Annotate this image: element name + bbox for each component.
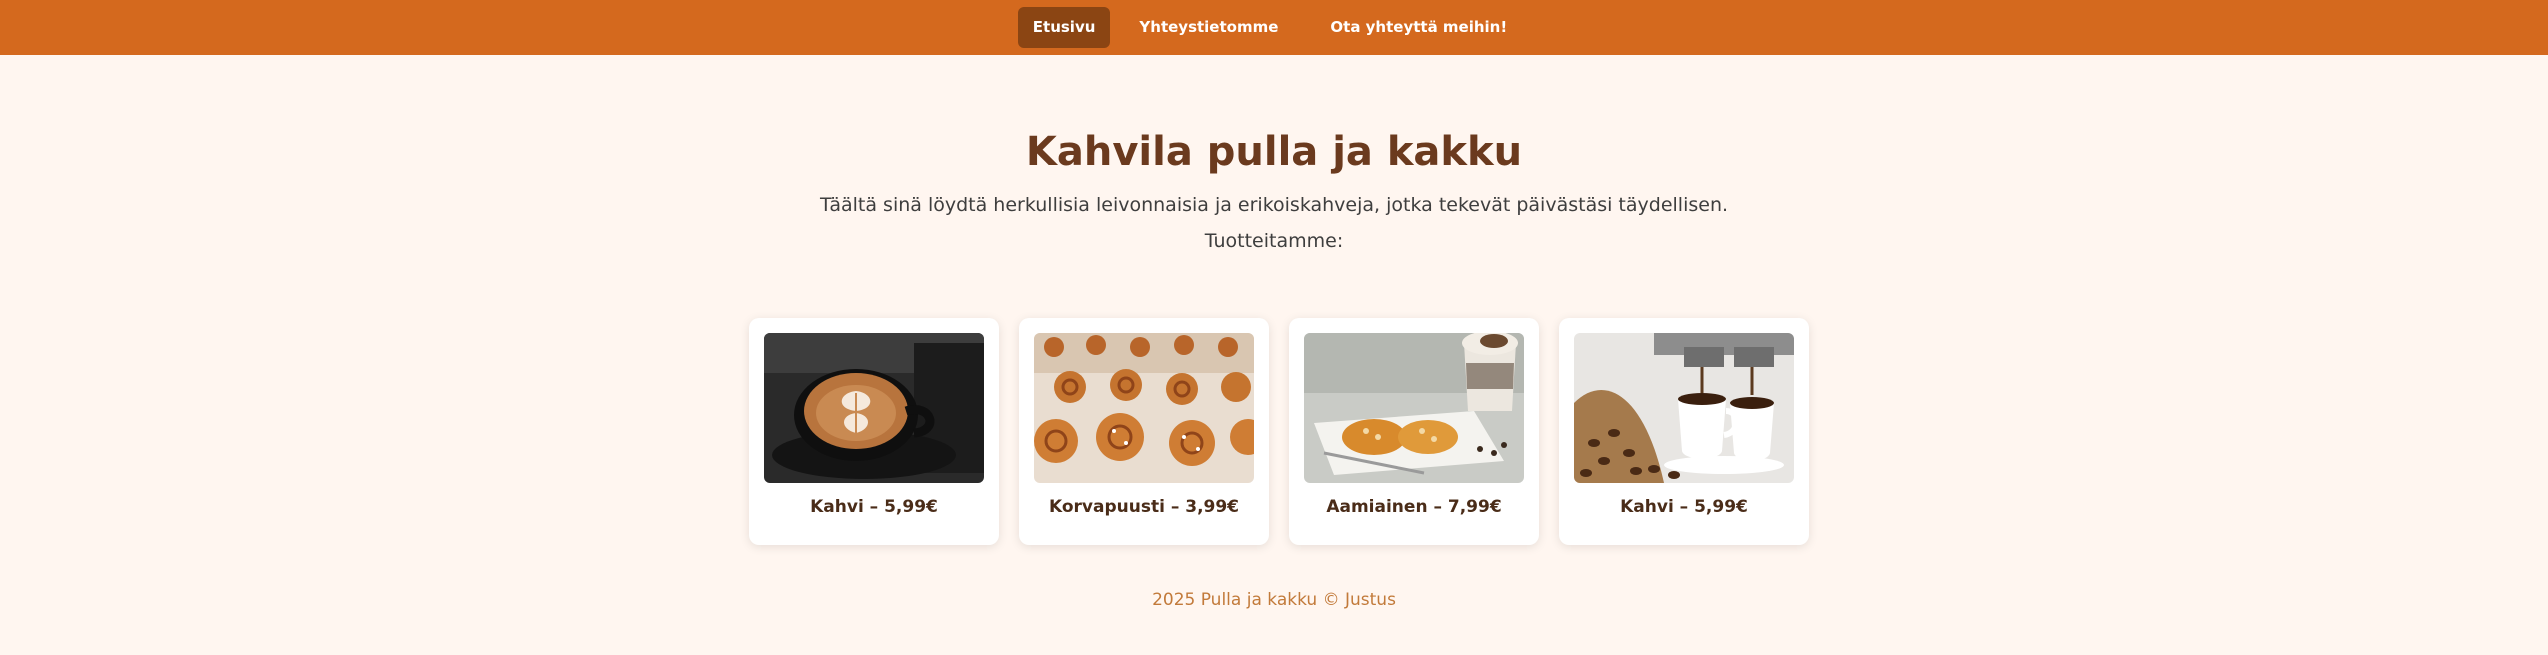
cinnamon-buns-image [1034,333,1254,483]
product-caption: Aamiainen – 7,99€ [1326,497,1502,517]
product-card: Aamiainen – 7,99€ [1289,318,1539,545]
nav-link-ota-yhteytta[interactable]: Ota yhteyttä meihin! [1307,7,1530,48]
product-caption: Kahvi – 5,99€ [1620,497,1748,517]
top-navbar: Etusivu Yhteystietomme Ota yhteyttä meih… [0,0,2548,55]
espresso-machine-image [1574,333,1794,483]
nav-link-etusivu[interactable]: Etusivu [1017,7,1111,48]
page-subtitle: Täältä sinä löydtä herkullisia leivonnai… [819,194,1729,216]
product-card: Korvapuusti – 3,99€ [1019,318,1269,545]
product-card: Kahvi – 5,99€ [1559,318,1809,545]
hero-section: Kahvila pulla ja kakku Täältä sinä löydt… [0,120,2548,257]
products-label: Tuotteitamme: [1204,230,1344,252]
product-card: Kahvi – 5,99€ [749,318,999,545]
product-caption: Kahvi – 5,99€ [810,497,938,517]
nav-link-yhteystietomme[interactable]: Yhteystietomme [1116,7,1301,48]
latte-art-coffee-image [764,333,984,483]
pastry-breakfast-image [1304,333,1524,483]
footer: 2025 Pulla ja kakku © Justus [0,590,2548,610]
footer-text: 2025 Pulla ja kakku © Justus [1152,590,1396,610]
product-cards: Kahvi – 5,99€ Korvapuusti – 3,99€ Aamiai… [749,318,1811,545]
product-caption: Korvapuusti – 3,99€ [1048,497,1240,517]
page-title: Kahvila pulla ja kakku [1025,129,1523,175]
